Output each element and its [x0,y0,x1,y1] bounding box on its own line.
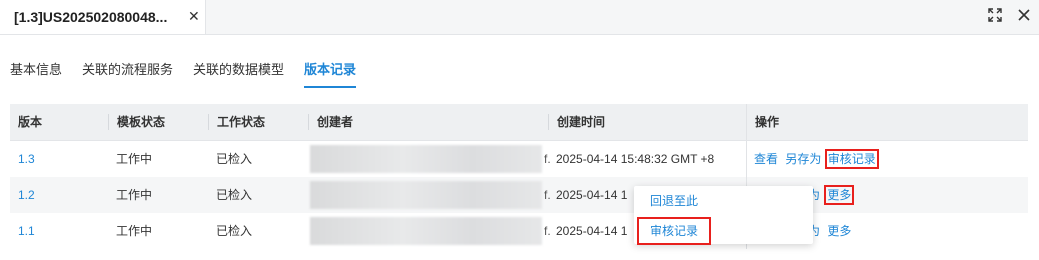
tab-version-history[interactable]: 版本记录 [294,56,366,88]
creator-redacted [310,145,542,173]
header-created-time: 创建时间 [548,114,605,130]
audit-record-link[interactable]: 审核记录 [824,149,879,169]
version-link[interactable]: 1.2 [10,177,35,213]
view-link[interactable]: 查看 [754,152,778,166]
created-time: 2025-04-14 1 [556,224,628,238]
sub-tabs: 基本信息 关联的流程服务 关联的数据模型 版本记录 [0,56,366,88]
version-table: 版本 模板状态 工作状态 创建者 创建时间 操作 1.3 工作中 已检入 f. … [10,104,1028,249]
tab-related-process-services[interactable]: 关联的流程服务 [72,56,183,88]
top-tab-bar: [1.3]US202502080048... ✕ [0,0,1039,35]
header-version: 版本 [18,115,43,129]
work-status: 已检入 [216,152,253,166]
created-time: 2025-04-14 1 [556,188,628,202]
header-actions: 操作 [746,104,779,140]
document-tab-title: [1.3]US202502080048... [14,9,168,25]
actions-cell: 查看 另存为 审核记录 [746,141,879,177]
table-header: 版本 模板状态 工作状态 创建者 创建时间 操作 [10,104,1028,141]
created-time: 2025-04-14 15:48:32 GMT +8 [556,152,715,166]
header-template-status: 模板状态 [108,114,165,130]
header-creator: 创建者 [308,114,353,130]
template-status: 工作中 [116,152,153,166]
menu-item-audit-record[interactable]: 审核记录 [636,217,712,245]
work-status: 已检入 [216,224,253,238]
header-work-status: 工作状态 [208,114,265,130]
table-row: 1.2 工作中 已检入 f. 2025-04-14 1 为 更多 [10,177,1028,213]
save-as-link[interactable]: 另存为 [785,152,821,166]
table-row: 1.1 工作中 已检入 f. 2025-04-14 1 为 更多 [10,213,1028,249]
fullscreen-icon[interactable] [987,7,1003,23]
tab-basic-info[interactable]: 基本信息 [0,56,72,88]
work-status: 已检入 [216,188,253,202]
close-icon[interactable]: ✕ [188,8,200,25]
template-status: 工作中 [116,224,153,238]
menu-item-rollback[interactable]: 回退至此 [640,190,708,212]
more-dropdown-menu: 回退至此 审核记录 [634,186,813,245]
tab-related-data-models[interactable]: 关联的数据模型 [183,56,294,88]
more-link[interactable]: 更多 [824,185,855,205]
template-status: 工作中 [116,188,153,202]
more-link[interactable]: 更多 [827,224,851,238]
close-icon[interactable] [1017,8,1031,22]
document-tab[interactable]: [1.3]US202502080048... ✕ [0,0,206,34]
version-link[interactable]: 1.3 [10,141,35,177]
creator-redacted [310,181,542,209]
creator-redacted [310,217,542,245]
table-row: 1.3 工作中 已检入 f. 2025-04-14 15:48:32 GMT +… [10,141,1028,177]
version-link[interactable]: 1.1 [10,213,35,249]
